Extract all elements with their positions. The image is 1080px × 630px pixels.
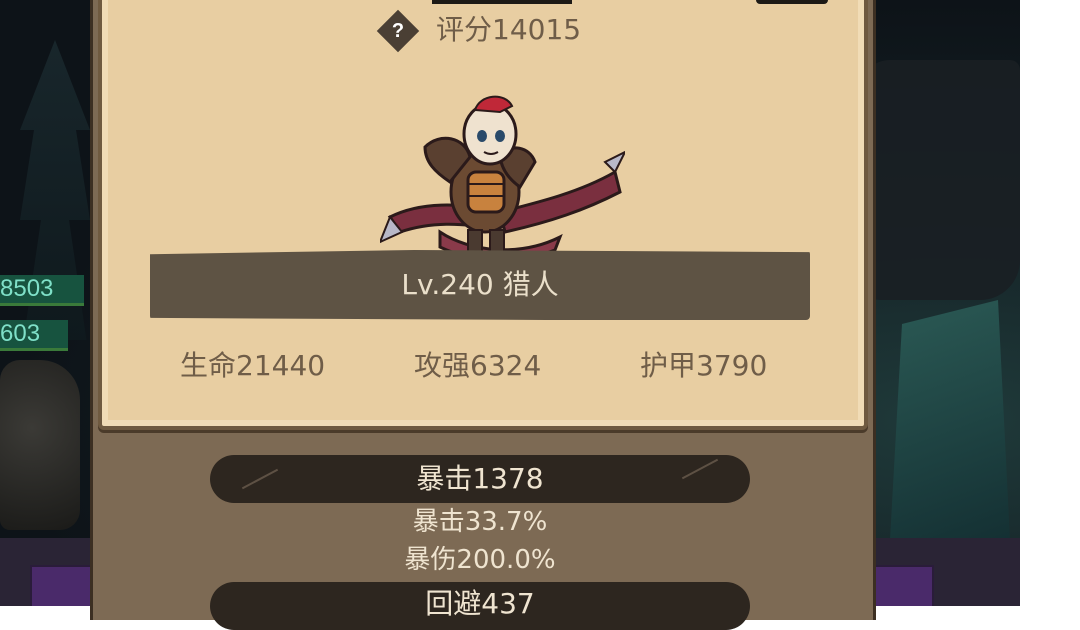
crit-damage-text: 暴伤200.0% — [404, 545, 556, 575]
monster-silhouette — [0, 360, 80, 530]
close-button-edge[interactable] — [756, 0, 828, 4]
crit-rating-text: 暴击1378 — [416, 462, 544, 495]
question-mark-icon: ? — [391, 20, 405, 42]
chest-plate — [466, 170, 506, 214]
hero-level-class: Lv.240 猎人 — [401, 268, 559, 301]
head — [462, 102, 518, 166]
enemy-hp-label: 603 — [0, 320, 68, 351]
score-text: 评分14015 — [436, 13, 582, 46]
attack-stat: 攻强6324 — [414, 349, 542, 382]
floor-tile-left — [30, 565, 94, 606]
hp-stat: 生命21440 — [180, 349, 326, 382]
rock-silhouette — [860, 60, 1020, 300]
floor-tile-right — [870, 565, 934, 606]
blade — [603, 150, 625, 174]
card-top-tab — [432, 0, 572, 4]
enemy-hp-label: 8503 — [0, 275, 84, 306]
crit-chance-text: 暴击33.7% — [412, 507, 548, 537]
dodge-rating-text: 回避437 — [425, 587, 535, 620]
cave-entrance — [890, 300, 1010, 540]
help-icon[interactable]: ? — [376, 9, 420, 53]
hero-portrait — [380, 95, 625, 262]
armor-stat: 护甲3790 — [640, 349, 768, 382]
mohawk — [473, 95, 514, 114]
